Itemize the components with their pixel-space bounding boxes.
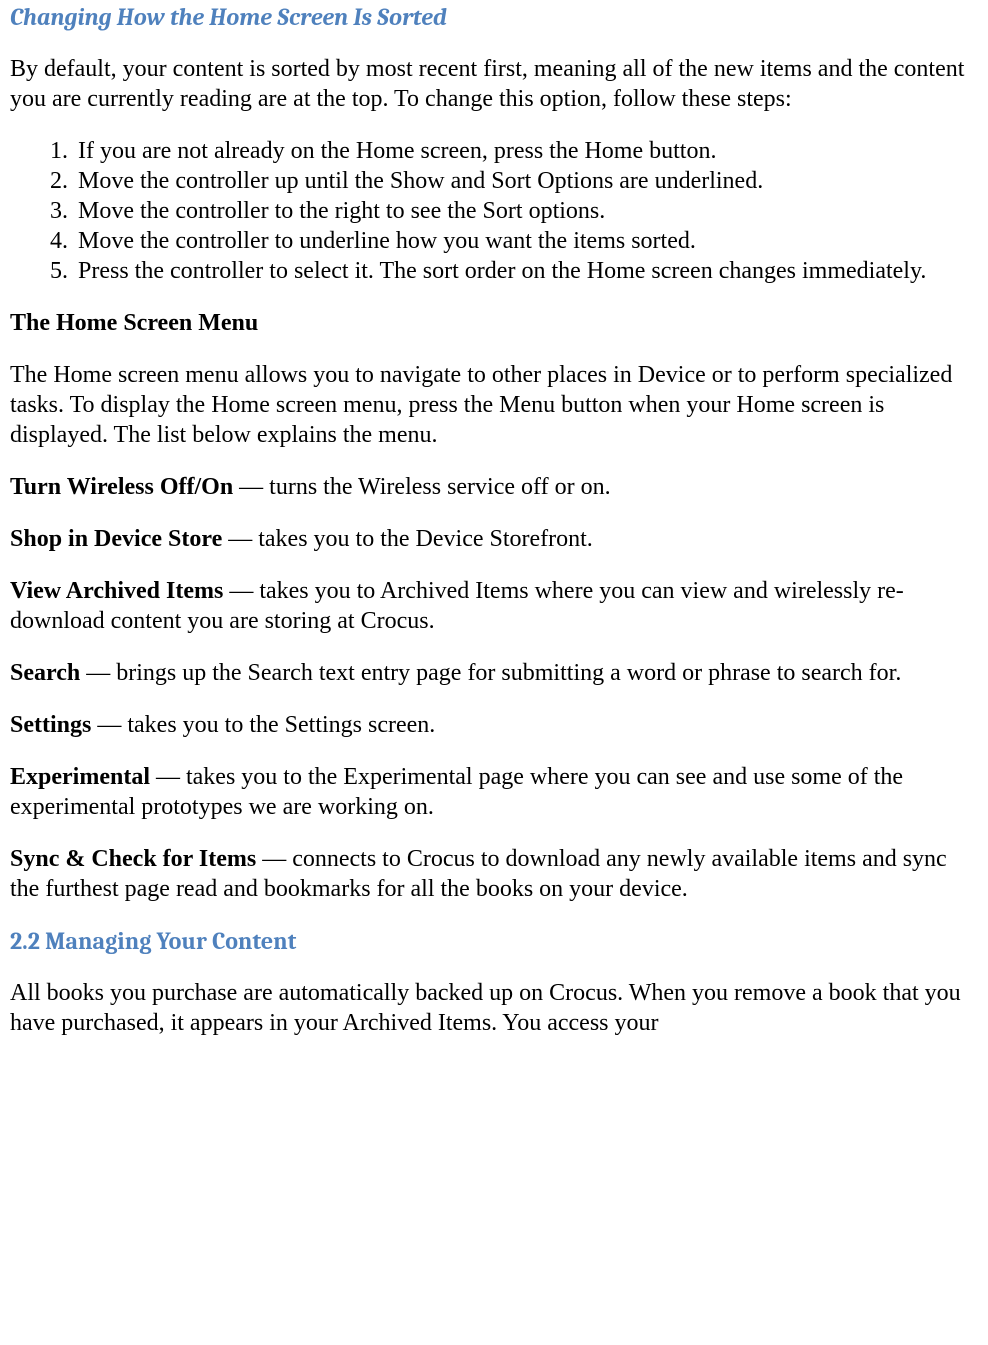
menu-item: Search — brings up the Search text entry… (10, 658, 980, 688)
subheading-home-menu: The Home Screen Menu (10, 308, 980, 338)
step-item: Move the controller to underline how you… (74, 226, 980, 256)
menu-term: Experimental (10, 764, 150, 790)
steps-list: If you are not already on the Home scree… (10, 136, 980, 286)
menu-term: View Archived Items (10, 578, 223, 604)
section-heading-sorting: Changing How the Home Screen Is Sorted (10, 2, 980, 32)
intro-paragraph-managing: All books you purchase are automatically… (10, 978, 980, 1038)
menu-term: Settings (10, 712, 91, 738)
menu-item: Sync & Check for Items — connects to Cro… (10, 844, 980, 904)
menu-desc: — brings up the Search text entry page f… (80, 660, 901, 686)
step-item: Move the controller to the right to see … (74, 196, 980, 226)
step-item: Press the controller to select it. The s… (74, 256, 980, 286)
menu-desc: — turns the Wireless service off or on. (233, 474, 610, 500)
intro-paragraph-home-menu: The Home screen menu allows you to navig… (10, 360, 980, 450)
menu-term: Shop in Device Store (10, 526, 222, 552)
menu-desc: — takes you to the Settings screen. (91, 712, 435, 738)
menu-item: Experimental — takes you to the Experime… (10, 762, 980, 822)
menu-item: Shop in Device Store — takes you to the … (10, 524, 980, 554)
menu-item: Turn Wireless Off/On — turns the Wireles… (10, 472, 980, 502)
menu-term: Search (10, 660, 80, 686)
menu-item: View Archived Items — takes you to Archi… (10, 576, 980, 636)
menu-desc: — takes you to the Device Storefront. (222, 526, 593, 552)
step-item: Move the controller up until the Show an… (74, 166, 980, 196)
step-item: If you are not already on the Home scree… (74, 136, 980, 166)
menu-item: Settings — takes you to the Settings scr… (10, 710, 980, 740)
intro-paragraph-sorting: By default, your content is sorted by mo… (10, 54, 980, 114)
menu-term: Turn Wireless Off/On (10, 474, 233, 500)
section-heading-managing: 2.2 Managing Your Content (10, 926, 980, 956)
menu-term: Sync & Check for Items (10, 846, 256, 872)
